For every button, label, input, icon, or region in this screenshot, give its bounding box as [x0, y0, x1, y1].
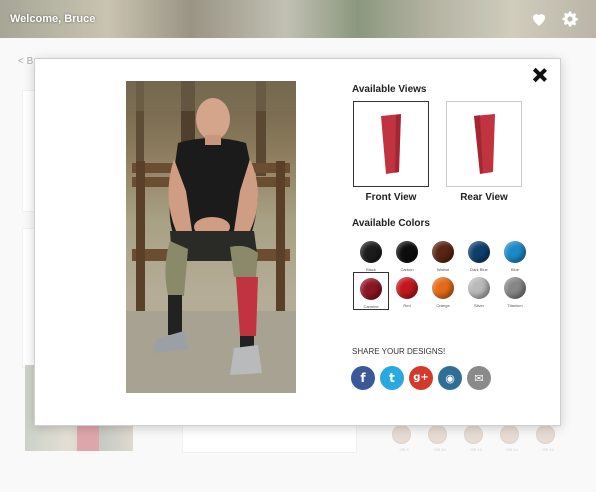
design-modal: Available Views Front View Rear View Ava… — [34, 58, 561, 426]
color-swatch — [432, 277, 454, 299]
color-swatch — [504, 241, 526, 263]
share-buttons: f t g+ ◉ ✉ — [351, 366, 491, 390]
color-swatch — [396, 277, 418, 299]
app-header: Welcome, Bruce — [0, 0, 596, 38]
color-option-titanium[interactable]: Titanium — [497, 272, 533, 310]
color-option-walnut[interactable]: Walnut — [425, 236, 461, 274]
color-option-carmine[interactable]: Carmine — [353, 272, 389, 310]
google-plus-glyph: g+ — [413, 372, 429, 383]
color-option-red[interactable]: Red — [389, 272, 425, 310]
front-view-label[interactable]: Front View — [353, 192, 429, 203]
heart-icon[interactable] — [530, 10, 548, 28]
available-views-title: Available Views — [352, 84, 427, 95]
color-swatch — [360, 241, 382, 263]
email-icon[interactable]: ✉ — [467, 366, 491, 390]
color-option-black[interactable]: Black — [353, 236, 389, 274]
color-option-carbon[interactable]: Carbon — [389, 236, 425, 274]
color-option-blue[interactable]: Blue — [497, 236, 533, 274]
color-name: Red — [403, 303, 411, 308]
google-plus-icon[interactable]: g+ — [409, 366, 433, 390]
color-swatch — [432, 241, 454, 263]
product-photo — [126, 81, 296, 393]
color-option-orange[interactable]: Orange — [425, 272, 461, 310]
color-swatch — [504, 277, 526, 299]
color-swatch — [396, 241, 418, 263]
color-swatch — [468, 277, 490, 299]
twitter-glyph: t — [389, 371, 395, 385]
available-colors-title: Available Colors — [352, 218, 430, 229]
close-button[interactable] — [532, 67, 548, 83]
color-swatch — [360, 278, 382, 300]
color-name: Silver — [473, 303, 484, 308]
rear-view-thumbnail[interactable] — [446, 101, 522, 187]
email-glyph: ✉ — [474, 371, 484, 385]
color-option-dark-blue[interactable]: Dark Blue — [461, 236, 497, 274]
color-name: Orange — [436, 303, 450, 308]
color-name: Titanium — [507, 303, 523, 308]
gear-icon[interactable] — [561, 10, 579, 28]
front-view-thumbnail[interactable] — [353, 101, 429, 187]
twitter-icon[interactable]: t — [380, 366, 404, 390]
color-option-silver[interactable]: Silver — [461, 272, 497, 310]
rear-view-label[interactable]: Rear View — [446, 192, 522, 203]
color-name: Carmine — [363, 304, 379, 309]
facebook-icon[interactable]: f — [351, 366, 375, 390]
instagram-glyph: ◉ — [445, 371, 455, 385]
back-link[interactable]: < B — [18, 56, 33, 67]
facebook-glyph: f — [360, 371, 366, 385]
share-title: SHARE YOUR DESIGNS! — [352, 347, 446, 356]
welcome-text: Welcome, Bruce — [10, 13, 96, 25]
instagram-icon[interactable]: ◉ — [438, 366, 462, 390]
color-swatch — [468, 241, 490, 263]
